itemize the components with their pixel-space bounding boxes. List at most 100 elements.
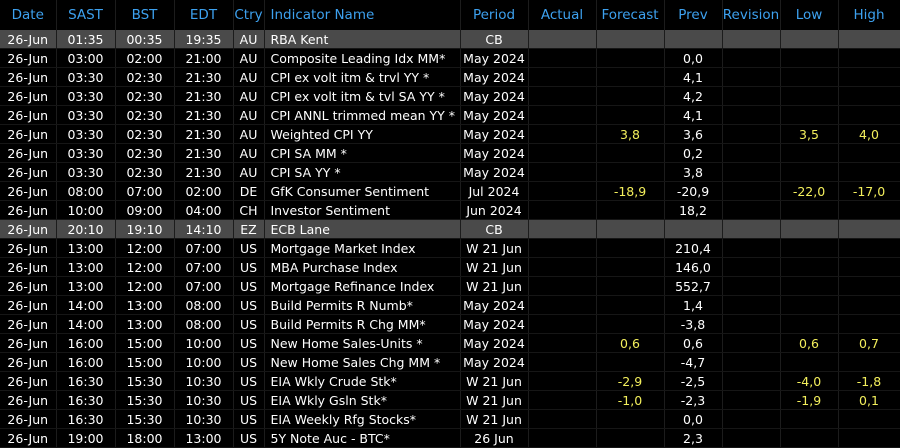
table-row[interactable]: 26-Jun 16:30 15:30 10:30 US EIA Weekly Rfg St… (0, 409, 900, 429)
edt-time-cell: 08:00 (174, 314, 234, 334)
country-cell: EZ (233, 219, 265, 239)
date-cell: 26-Jun (0, 67, 57, 87)
low-cell (780, 162, 839, 182)
table-row[interactable]: 26-Jun 03:30 02:30 21:30 AU CPI ex volt itm &… (0, 67, 900, 87)
table-row[interactable]: 26-Jun 20:10 19:10 14:10 EZ ECB Lane CB (0, 219, 900, 239)
table-row[interactable]: 26-Jun 16:30 15:30 10:30 US EIA Wkly Gsln Stk… (0, 390, 900, 410)
col-header-revision[interactable]: Revision (722, 0, 781, 30)
country-cell: AU (233, 48, 265, 68)
low-cell (780, 219, 839, 239)
country-cell: US (233, 428, 265, 448)
revision-cell (722, 276, 781, 296)
sast-time-cell: 08:00 (56, 181, 116, 201)
sast-time-cell: 16:00 (56, 352, 116, 372)
indicator-name-cell: GfK Consumer Sentiment (264, 181, 461, 201)
low-cell (780, 428, 839, 448)
col-header-forecast[interactable]: Forecast (596, 0, 665, 30)
low-cell: 3,5 (780, 124, 839, 144)
actual-cell (528, 181, 597, 201)
period-cell: May 2024 (460, 162, 529, 182)
table-row[interactable]: 26-Jun 01:35 00:35 19:35 AU RBA Kent CB (0, 30, 900, 49)
bst-time-cell: 02:30 (115, 105, 175, 125)
high-cell (838, 238, 900, 258)
high-cell (838, 257, 900, 277)
revision-cell (722, 181, 781, 201)
table-row[interactable]: 26-Jun 03:00 02:00 21:00 AU Composite Leading… (0, 48, 900, 68)
edt-time-cell: 21:30 (174, 162, 234, 182)
table-row[interactable]: 26-Jun 13:00 12:00 07:00 US Mortgage Market I… (0, 238, 900, 258)
table-row[interactable]: 26-Jun 13:00 12:00 07:00 US Mortgage Refinanc… (0, 276, 900, 296)
col-header-period[interactable]: Period (460, 0, 529, 30)
revision-cell (722, 48, 781, 68)
period-cell: W 21 Jun (460, 390, 529, 410)
col-header-prev[interactable]: Prev (664, 0, 723, 30)
forecast-cell (596, 67, 665, 87)
period-cell: Jul 2024 (460, 181, 529, 201)
prev-cell: 0,0 (664, 48, 723, 68)
sast-time-cell: 13:00 (56, 238, 116, 258)
edt-time-cell: 04:00 (174, 200, 234, 220)
col-header-indicator-name[interactable]: Indicator Name (264, 0, 461, 30)
table-row[interactable]: 26-Jun 03:30 02:30 21:30 AU CPI SA YY * May 20… (0, 162, 900, 182)
table-row[interactable]: 26-Jun 03:30 02:30 21:30 AU CPI SA MM * May 20… (0, 143, 900, 163)
sast-time-cell: 16:30 (56, 390, 116, 410)
col-header-sast[interactable]: SAST (56, 0, 116, 30)
table-row[interactable]: 26-Jun 03:30 02:30 21:30 AU CPI ANNL trimmed … (0, 105, 900, 125)
col-header-bst[interactable]: BST (115, 0, 175, 30)
prev-cell: 1,4 (664, 295, 723, 315)
table-row[interactable]: 26-Jun 16:00 15:00 10:00 US New Home Sales Ch… (0, 352, 900, 372)
indicator-name-cell: Composite Leading Idx MM* (264, 48, 461, 68)
actual-cell (528, 124, 597, 144)
forecast-cell (596, 143, 665, 163)
actual-cell (528, 295, 597, 315)
country-cell: US (233, 257, 265, 277)
col-header-high[interactable]: High (838, 0, 900, 30)
forecast-cell (596, 352, 665, 372)
low-cell (780, 409, 839, 429)
period-cell: W 21 Jun (460, 276, 529, 296)
table-row[interactable]: 26-Jun 03:30 02:30 21:30 AU Weighted CPI YY Ma… (0, 124, 900, 144)
high-cell (838, 219, 900, 239)
period-cell: CB (460, 30, 529, 49)
table-row[interactable]: 26-Jun 13:00 12:00 07:00 US MBA Purchase Inde… (0, 257, 900, 277)
indicator-name-cell: CPI SA MM * (264, 143, 461, 163)
high-cell (838, 162, 900, 182)
date-cell: 26-Jun (0, 428, 57, 448)
revision-cell (722, 124, 781, 144)
period-cell: May 2024 (460, 333, 529, 353)
economic-calendar-table: Date SAST BST EDT Ctry Indicator Name Pe… (0, 0, 900, 448)
low-cell (780, 105, 839, 125)
high-cell: 0,7 (838, 333, 900, 353)
bst-time-cell: 13:00 (115, 314, 175, 334)
period-cell: W 21 Jun (460, 371, 529, 391)
col-header-edt[interactable]: EDT (174, 0, 234, 30)
prev-cell: 2,3 (664, 428, 723, 448)
date-cell: 26-Jun (0, 295, 57, 315)
low-cell (780, 352, 839, 372)
col-header-low[interactable]: Low (780, 0, 839, 30)
col-header-ctry[interactable]: Ctry (233, 0, 265, 30)
table-row[interactable]: 26-Jun 14:00 13:00 08:00 US Build Permits R N… (0, 295, 900, 315)
table-row[interactable]: 26-Jun 19:00 18:00 13:00 US 5Y Note Auc - BTC… (0, 428, 900, 448)
high-cell: -1,8 (838, 371, 900, 391)
table-row[interactable]: 26-Jun 08:00 07:00 02:00 DE GfK Consumer Sent… (0, 181, 900, 201)
table-row[interactable]: 26-Jun 10:00 09:00 04:00 CH Investor Sentimen… (0, 200, 900, 220)
revision-cell (722, 143, 781, 163)
sast-time-cell: 03:30 (56, 86, 116, 106)
actual-cell (528, 67, 597, 87)
col-header-date[interactable]: Date (0, 0, 57, 30)
sast-time-cell: 03:30 (56, 162, 116, 182)
indicator-name-cell: CPI ex volt itm & trvl YY * (264, 67, 461, 87)
col-header-actual[interactable]: Actual (528, 0, 597, 30)
edt-time-cell: 21:30 (174, 143, 234, 163)
country-cell: US (233, 352, 265, 372)
date-cell: 26-Jun (0, 371, 57, 391)
period-cell: May 2024 (460, 48, 529, 68)
table-row[interactable]: 26-Jun 16:30 15:30 10:30 US EIA Wkly Crude St… (0, 371, 900, 391)
period-cell: May 2024 (460, 124, 529, 144)
table-row[interactable]: 26-Jun 03:30 02:30 21:30 AU CPI ex volt itm &… (0, 86, 900, 106)
sast-time-cell: 13:00 (56, 257, 116, 277)
country-cell: AU (233, 67, 265, 87)
table-row[interactable]: 26-Jun 14:00 13:00 08:00 US Build Permits R C… (0, 314, 900, 334)
table-row[interactable]: 26-Jun 16:00 15:00 10:00 US New Home Sales-Un… (0, 333, 900, 353)
